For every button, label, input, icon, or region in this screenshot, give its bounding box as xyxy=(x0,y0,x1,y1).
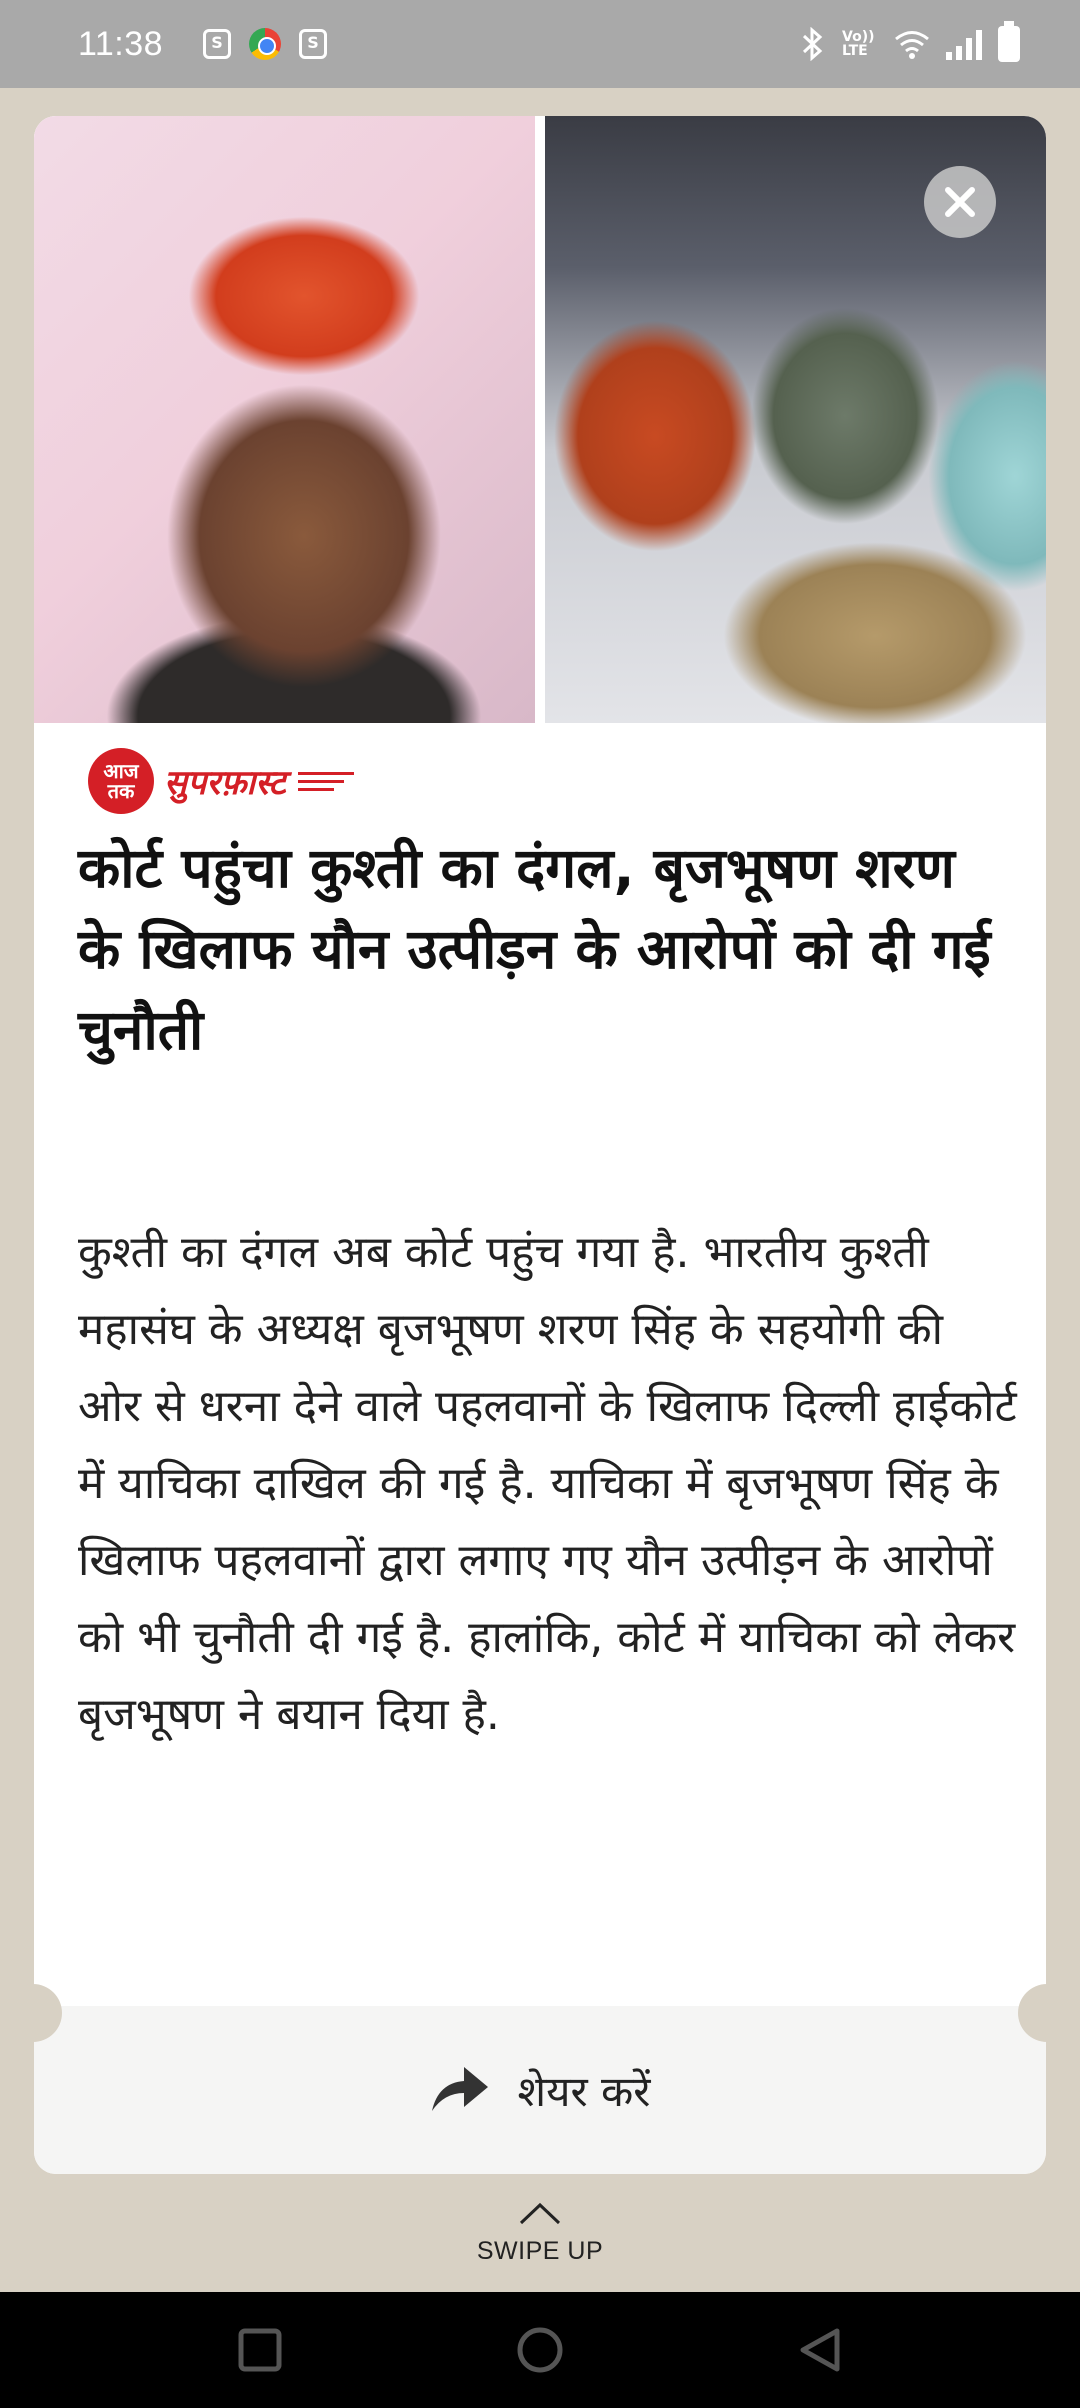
back-triangle-icon[interactable] xyxy=(795,2325,845,2375)
wifi-icon xyxy=(895,31,929,59)
share-button[interactable]: शेयर करें xyxy=(34,2006,1046,2174)
battery-icon xyxy=(998,21,1020,62)
share-arrow-icon xyxy=(430,2061,490,2119)
card-notch-left xyxy=(4,1984,62,2042)
story-body: कुश्ती का दंगल अब कोर्ट पहुंच गया है. भा… xyxy=(78,1227,1017,1740)
hero-image xyxy=(34,116,1046,723)
close-icon xyxy=(945,187,975,217)
recents-square-icon[interactable] xyxy=(235,2325,285,2375)
app-s-icon: S xyxy=(299,29,328,59)
app-s-icon: S xyxy=(203,29,232,59)
swipe-up-hint[interactable]: SWIPE UP xyxy=(0,2200,1080,2266)
card-notch-right xyxy=(1018,1984,1076,2042)
chevron-up-icon xyxy=(0,2200,1080,2231)
home-circle-icon[interactable] xyxy=(515,2325,565,2375)
aajtak-logo-icon: आज तक xyxy=(88,748,154,814)
brand-stripes xyxy=(297,771,354,791)
hero-image-portrait xyxy=(34,116,535,723)
brand-name: सुपरफ़ास्ट xyxy=(164,763,286,803)
system-icons: Vo)) LTE xyxy=(800,21,1020,62)
status-time: 11:38 xyxy=(78,24,164,63)
chrome-icon xyxy=(249,28,282,60)
story-card[interactable]: आज तक सुपरफ़ास्ट कोर्ट पहुंचा कुश्ती का … xyxy=(34,116,1046,2174)
status-bar: 11:38 S S Vo)) LTE xyxy=(0,0,1080,88)
signal-icon xyxy=(946,28,982,60)
notification-icons: S S xyxy=(203,28,328,60)
system-nav-bar xyxy=(0,2292,1080,2408)
share-label: शेयर करें xyxy=(517,2066,651,2116)
brand-logo: आज तक सुपरफ़ास्ट xyxy=(88,748,354,814)
volte-icon: Vo)) LTE xyxy=(842,29,875,59)
bluetooth-icon xyxy=(802,27,823,61)
swipe-up-label: SWIPE UP xyxy=(476,2237,604,2265)
close-button[interactable] xyxy=(924,166,996,238)
story-headline: कोर्ट पहुंचा कुश्ती का दंगल, बृजभूषण शरण… xyxy=(78,836,991,1062)
